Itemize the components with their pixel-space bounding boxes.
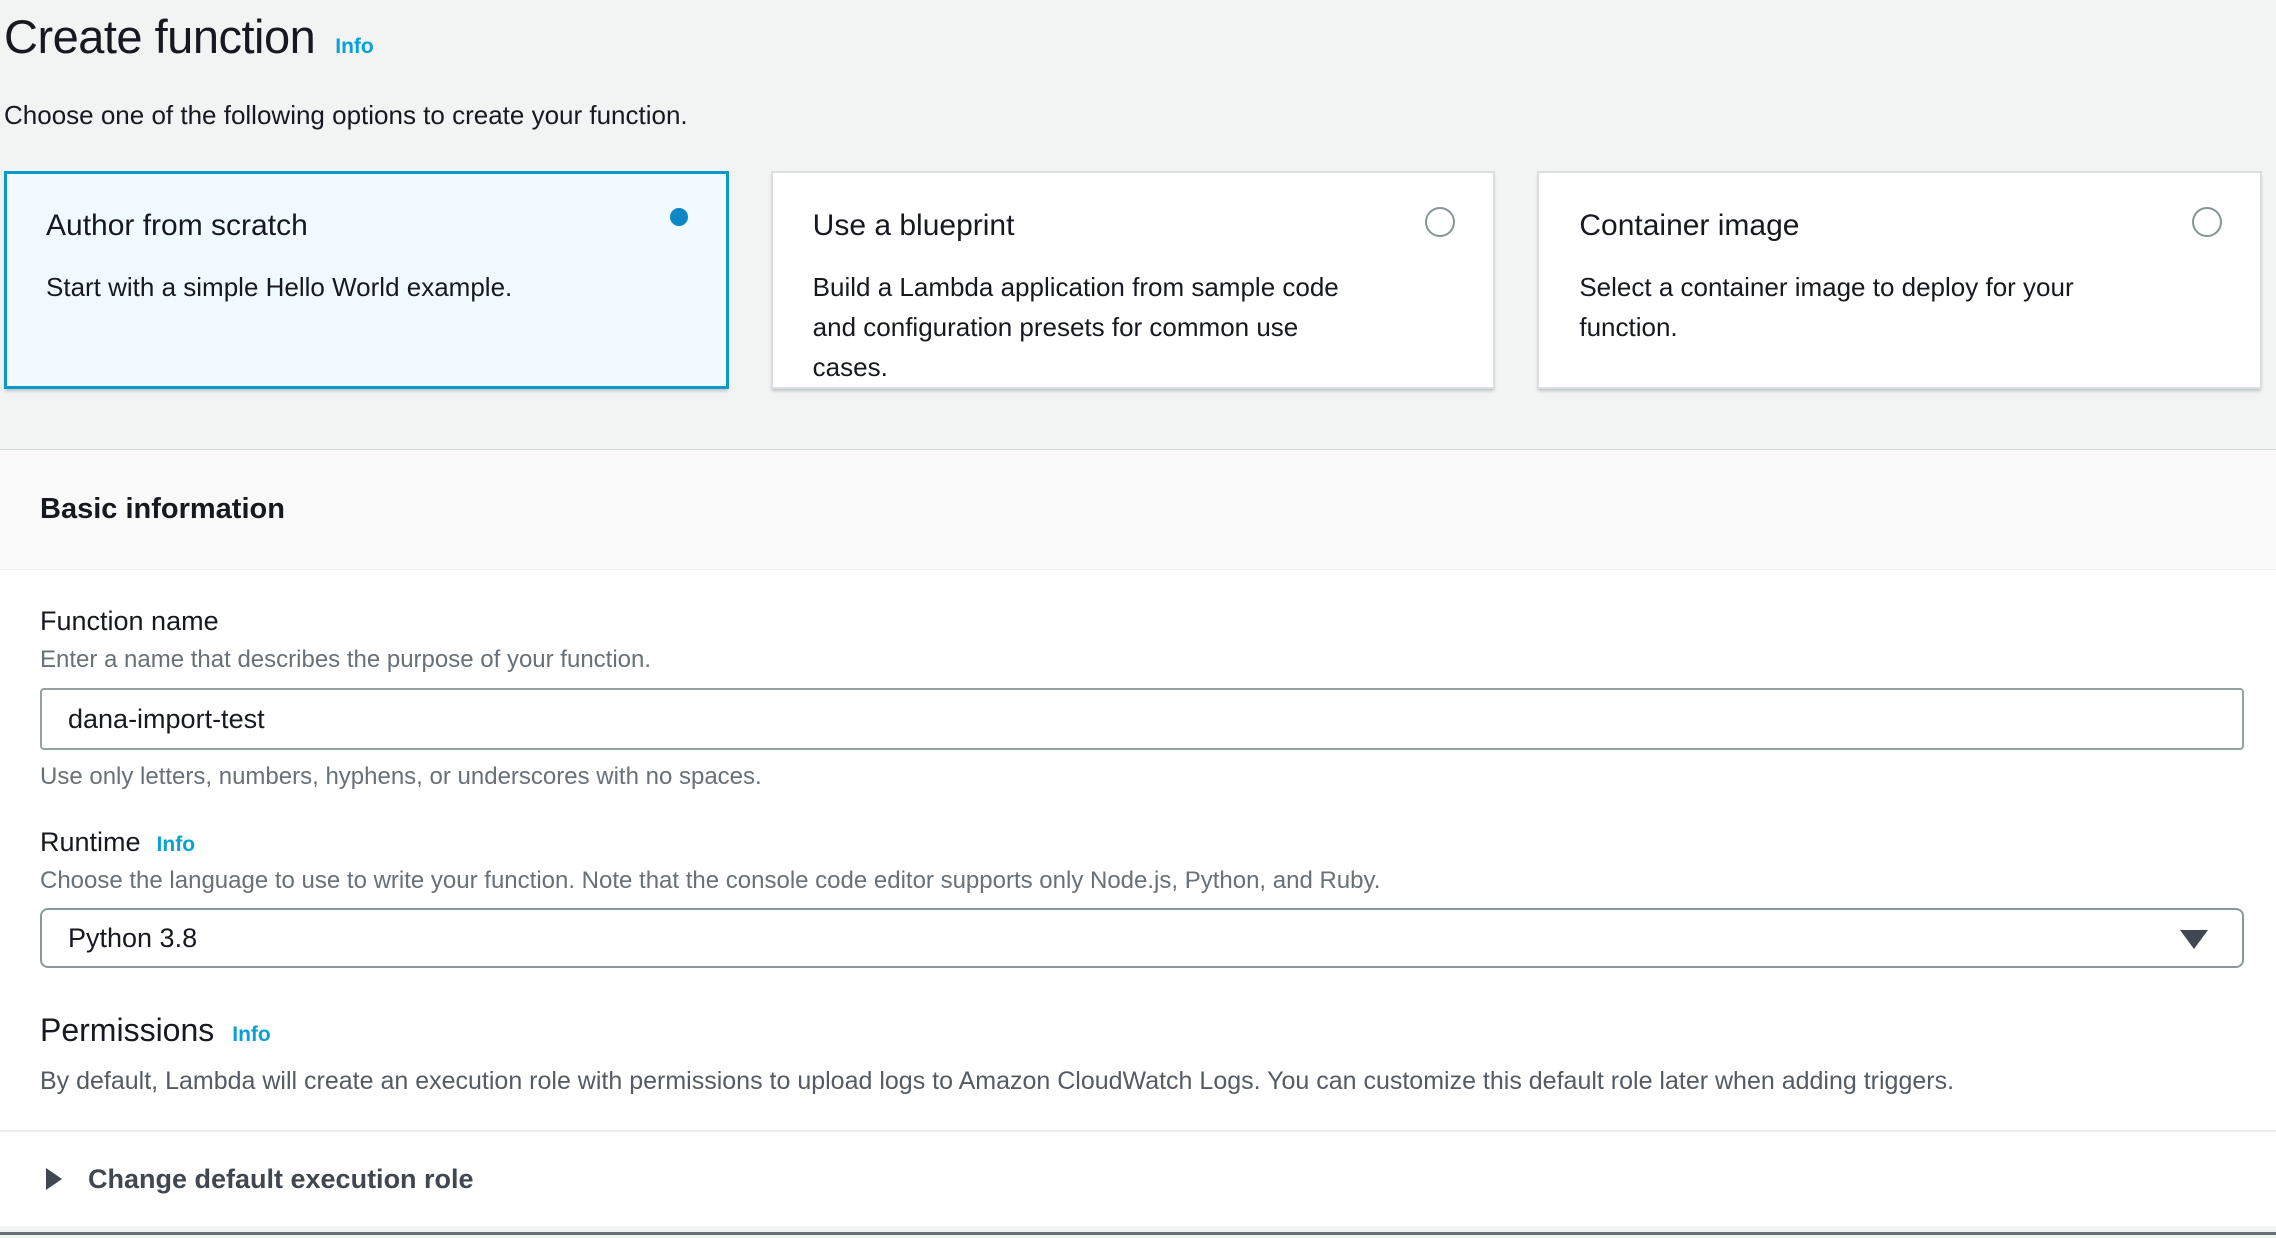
card-title: Use a blueprint — [813, 209, 1454, 243]
card-description: Start with a simple Hello World example. — [46, 267, 687, 307]
create-function-page: Create function Info Choose one of the f… — [0, 0, 2276, 389]
permissions-info-link[interactable]: Info — [232, 1023, 270, 1047]
runtime-select[interactable]: Python 3.8 — [40, 908, 2244, 968]
runtime-label: Runtime — [40, 827, 141, 858]
function-name-hint: Use only letters, numbers, hyphens, or u… — [40, 763, 2244, 791]
permissions-heading: Permissions — [40, 1012, 214, 1049]
permissions-description: By default, Lambda will create an execut… — [40, 1067, 2244, 1096]
expander-label: Change default execution role — [88, 1164, 474, 1195]
change-default-execution-role-expander[interactable]: Change default execution role — [0, 1132, 2276, 1226]
radio-container-image[interactable] — [2192, 207, 2222, 237]
runtime-field-group: Runtime Info Choose the language to use … — [40, 827, 2244, 968]
basic-information-panel: Basic information Function name Enter a … — [0, 449, 2276, 1226]
function-name-description: Enter a name that describes the purpose … — [40, 646, 2244, 674]
permissions-section: Permissions Info By default, Lambda will… — [40, 1012, 2244, 1096]
chevron-right-icon — [46, 1168, 62, 1190]
basic-information-body: Function name Enter a name that describe… — [0, 570, 2276, 1096]
runtime-info-link[interactable]: Info — [157, 833, 195, 857]
section-bottom-border — [0, 1232, 2276, 1235]
radio-author-from-scratch[interactable] — [670, 208, 688, 226]
option-card-container-image[interactable]: Container image Select a container image… — [1537, 171, 2262, 389]
card-description: Build a Lambda application from sample c… — [813, 267, 1454, 387]
option-card-author-from-scratch[interactable]: Author from scratch Start with a simple … — [4, 171, 729, 389]
runtime-selected-value: Python 3.8 — [68, 923, 197, 954]
runtime-description: Choose the language to use to write your… — [40, 867, 2244, 895]
card-description: Select a container image to deploy for y… — [1579, 267, 2220, 347]
basic-information-header: Basic information — [0, 450, 2276, 570]
creation-option-cards: Author from scratch Start with a simple … — [4, 171, 2262, 389]
function-name-label: Function name — [40, 606, 2244, 637]
option-card-use-a-blueprint[interactable]: Use a blueprint Build a Lambda applicati… — [771, 171, 1496, 389]
page-subtitle: Choose one of the following options to c… — [4, 100, 2268, 131]
title-info-link[interactable]: Info — [335, 35, 373, 59]
page-title: Create function — [4, 8, 315, 66]
function-name-input[interactable] — [40, 688, 2244, 750]
basic-information-heading: Basic information — [40, 493, 285, 526]
function-name-field-group: Function name Enter a name that describe… — [40, 606, 2244, 791]
page-title-row: Create function Info — [4, 8, 2268, 66]
card-title: Author from scratch — [46, 209, 687, 243]
chevron-down-icon — [2180, 930, 2208, 949]
card-title: Container image — [1579, 209, 2220, 243]
